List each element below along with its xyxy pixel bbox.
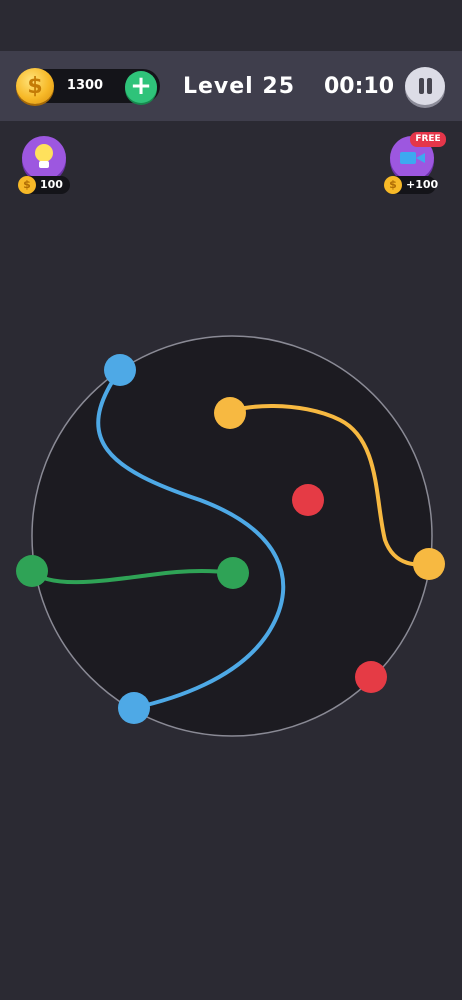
- yellow-dot[interactable]: [214, 397, 246, 429]
- game-board[interactable]: [0, 0, 462, 1000]
- yellow-dot[interactable]: [413, 548, 445, 580]
- blue-dot[interactable]: [118, 692, 150, 724]
- red-dot[interactable]: [355, 661, 387, 693]
- green-dot[interactable]: [217, 557, 249, 589]
- blue-dot[interactable]: [104, 354, 136, 386]
- green-dot[interactable]: [16, 555, 48, 587]
- red-dot[interactable]: [292, 484, 324, 516]
